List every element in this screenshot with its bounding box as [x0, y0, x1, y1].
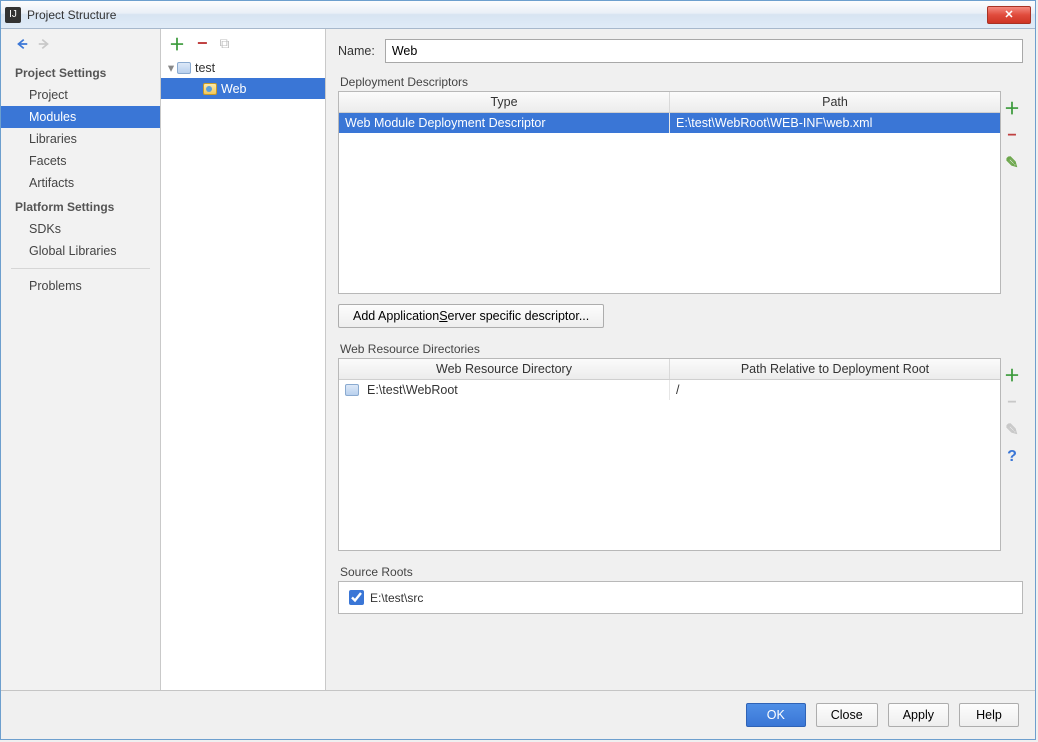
remove-module-icon[interactable]: − — [197, 33, 208, 54]
add-resource-icon[interactable]: ＋ — [1004, 362, 1020, 386]
forward-icon[interactable] — [37, 37, 51, 54]
apply-button[interactable]: Apply — [888, 703, 949, 727]
edit-descriptor-icon[interactable]: ✎ — [1005, 153, 1018, 173]
dir-text: E:\test\WebRoot — [367, 383, 458, 397]
source-root-checkbox[interactable] — [349, 590, 364, 605]
cell-dir: E:\test\WebRoot — [339, 380, 670, 400]
ok-button[interactable]: OK — [746, 703, 806, 727]
remove-resource-icon: − — [1007, 394, 1016, 412]
nav-modules[interactable]: Modules — [1, 106, 160, 128]
resources-table-wrap: Web Resource Directory Path Relative to … — [338, 358, 1023, 551]
nav-project[interactable]: Project — [1, 84, 160, 106]
nav-libraries[interactable]: Libraries — [1, 128, 160, 150]
help-button[interactable]: Help — [959, 703, 1019, 727]
copy-module-icon[interactable]: ⧉ — [220, 35, 230, 52]
project-settings-header: Project Settings — [1, 60, 160, 84]
source-roots-title: Source Roots — [338, 565, 1023, 581]
project-structure-window: IJ Project Structure ✕ Project Settings … — [0, 0, 1036, 740]
nav-history-toolbar — [1, 33, 160, 60]
close-button[interactable]: Close — [816, 703, 878, 727]
tree-node-label: test — [195, 61, 215, 75]
expand-icon[interactable]: ▾ — [165, 60, 177, 75]
name-row: Name: — [338, 39, 1023, 63]
btn-key: S — [439, 309, 447, 323]
nav-artifacts[interactable]: Artifacts — [1, 172, 160, 194]
source-root-path: E:\test\src — [370, 591, 423, 605]
name-label: Name: — [338, 44, 375, 58]
tree-node-label: Web — [221, 82, 246, 96]
deployment-side-tools: ＋ − ✎ — [1001, 91, 1023, 294]
nav-sdks[interactable]: SDKs — [1, 218, 160, 240]
cell-path: E:\test\WebRoot\WEB-INF\web.xml — [670, 113, 1000, 133]
module-toolbar: ＋ − ⧉ — [161, 29, 325, 57]
table-row[interactable]: Web Module Deployment Descriptor E:\test… — [339, 113, 1000, 133]
nav-facets[interactable]: Facets — [1, 150, 160, 172]
module-tree[interactable]: ▾ test Web — [161, 57, 325, 690]
tree-node-web[interactable]: Web — [161, 78, 325, 99]
tree-node-test[interactable]: ▾ test — [161, 57, 325, 78]
dialog-footer: OK Close Apply Help — [1, 691, 1035, 739]
resources-table-head: Web Resource Directory Path Relative to … — [339, 359, 1000, 380]
close-icon: ✕ — [1004, 8, 1013, 21]
platform-settings-header: Platform Settings — [1, 194, 160, 218]
help-icon[interactable]: ? — [1007, 448, 1017, 466]
btn-suffix: erver specific descriptor... — [448, 309, 590, 323]
left-nav-panel: Project Settings Project Modules Librari… — [1, 29, 161, 690]
resources-table-body: E:\test\WebRoot / — [339, 380, 1000, 550]
main-area: Project Settings Project Modules Librari… — [1, 29, 1035, 691]
web-facet-icon — [203, 83, 217, 95]
nav-global-libraries[interactable]: Global Libraries — [1, 240, 160, 262]
col-path[interactable]: Path — [670, 92, 1000, 112]
deployment-table[interactable]: Type Path Web Module Deployment Descript… — [338, 91, 1001, 294]
resources-side-tools: ＋ − ✎ ? — [1001, 358, 1023, 551]
edit-resource-icon: ✎ — [1005, 420, 1018, 440]
module-tree-panel: ＋ − ⧉ ▾ test Web — [161, 29, 326, 690]
btn-prefix: Add Application — [353, 309, 439, 323]
table-row[interactable]: E:\test\WebRoot / — [339, 380, 1000, 400]
window-close-button[interactable]: ✕ — [987, 6, 1031, 24]
web-resource-dirs-title: Web Resource Directories — [338, 342, 1023, 358]
module-icon — [177, 62, 191, 74]
facet-name-input[interactable] — [385, 39, 1023, 63]
nav-problems[interactable]: Problems — [1, 275, 160, 297]
deployment-table-wrap: Type Path Web Module Deployment Descript… — [338, 91, 1023, 294]
source-roots-group: Source Roots E:\test\src — [338, 565, 1023, 614]
window-title: Project Structure — [27, 8, 987, 22]
deployment-table-body: Web Module Deployment Descriptor E:\test… — [339, 113, 1000, 293]
deployment-table-head: Type Path — [339, 92, 1000, 113]
add-module-icon[interactable]: ＋ — [169, 31, 185, 55]
titlebar: IJ Project Structure ✕ — [1, 1, 1035, 29]
resources-table[interactable]: Web Resource Directory Path Relative to … — [338, 358, 1001, 551]
add-descriptor-icon[interactable]: ＋ — [1004, 95, 1020, 119]
cell-type: Web Module Deployment Descriptor — [339, 113, 670, 133]
deployment-descriptors-group: Deployment Descriptors Type Path Web Mod… — [338, 75, 1023, 328]
col-resource-dir[interactable]: Web Resource Directory — [339, 359, 670, 379]
col-relative-path[interactable]: Path Relative to Deployment Root — [670, 359, 1000, 379]
remove-descriptor-icon[interactable]: − — [1007, 127, 1016, 145]
nav-divider — [11, 268, 150, 269]
folder-icon — [345, 384, 359, 396]
facet-config-panel: Name: Deployment Descriptors Type Path — [326, 29, 1035, 690]
cell-rel: / — [670, 380, 1000, 400]
web-resource-dirs-group: Web Resource Directories Web Resource Di… — [338, 342, 1023, 551]
dialog-body: Project Settings Project Modules Librari… — [1, 29, 1035, 739]
deployment-descriptors-title: Deployment Descriptors — [338, 75, 1023, 91]
col-type[interactable]: Type — [339, 92, 670, 112]
source-roots-box: E:\test\src — [338, 581, 1023, 614]
app-icon: IJ — [5, 7, 21, 23]
back-icon[interactable] — [15, 37, 29, 54]
add-appserver-descriptor-button[interactable]: Add Application Server specific descript… — [338, 304, 604, 328]
